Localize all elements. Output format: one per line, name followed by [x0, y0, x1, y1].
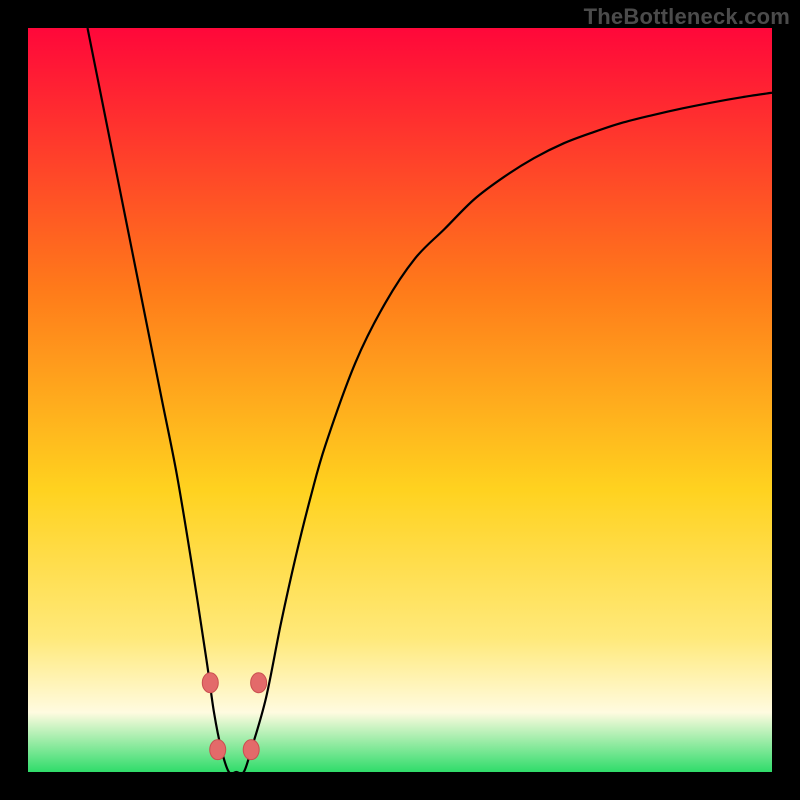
curve-marker-3	[243, 740, 259, 760]
curve-marker-0	[202, 673, 218, 693]
chart-frame	[28, 28, 772, 772]
curve-marker-1	[251, 673, 267, 693]
bottleneck-chart	[28, 28, 772, 772]
watermark-text: TheBottleneck.com	[584, 4, 790, 30]
gradient-background	[28, 28, 772, 772]
curve-marker-2	[210, 740, 226, 760]
